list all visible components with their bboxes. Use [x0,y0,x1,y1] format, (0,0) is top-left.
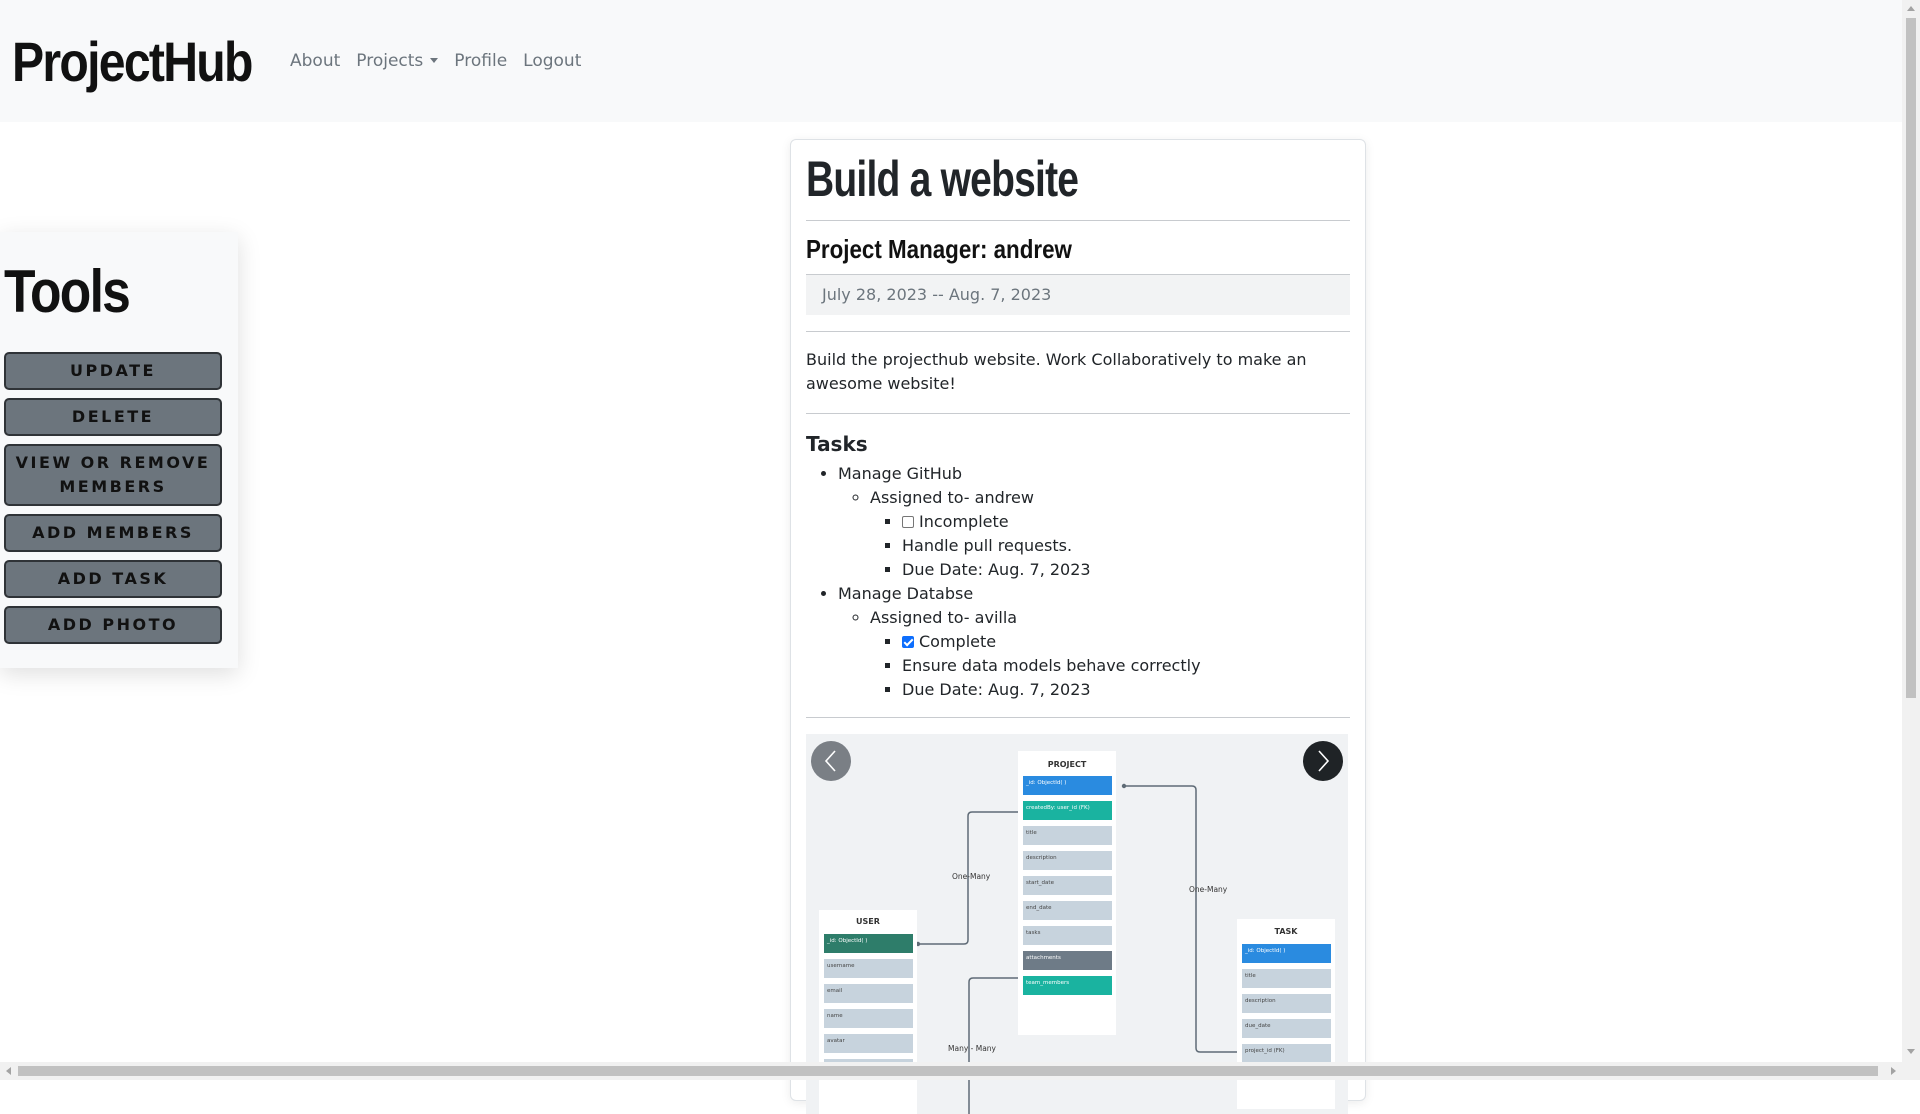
horizontal-scroll-thumb[interactable] [18,1066,1878,1076]
task-table: TASK _id: ObjectId( ) title description … [1237,919,1335,1109]
scroll-up-arrow-icon[interactable] [1907,6,1915,11]
carousel-next-button[interactable] [1303,741,1343,781]
task-detail: Ensure data models behave correctly [902,654,1350,678]
task-assignee: Assigned to- andrew Incomplete Handle pu… [870,486,1350,582]
add-photo-button[interactable]: ADD PHOTO [4,606,222,644]
nav-logout[interactable]: Logout [523,51,581,71]
nav-profile[interactable]: Profile [454,51,507,71]
field-label: email [827,988,843,994]
scroll-left-arrow-icon[interactable] [6,1067,11,1075]
field-label: tasks [1026,930,1041,936]
field-label: description [1026,855,1057,861]
nav-projects-dropdown[interactable]: Projects [356,51,439,71]
field-label: end_date [1026,905,1052,911]
task-detail: Handle pull requests. [902,534,1350,558]
add-members-button[interactable]: ADD MEMBERS [4,514,222,552]
view-remove-members-button[interactable]: VIEW OR REMOVE MEMBERS [4,444,222,506]
nav-about[interactable]: About [290,51,340,71]
field-label: _id: ObjectId( ) [1244,948,1285,954]
task-status: Complete [902,630,1350,654]
field-label: _id: ObjectId( ) [826,938,867,944]
horizontal-scrollbar[interactable] [0,1062,1902,1080]
scroll-right-arrow-icon[interactable] [1891,1067,1896,1075]
relation-dot [1121,783,1127,789]
task-list: Manage GitHub Assigned to- andrew Incomp… [806,462,1350,702]
nav-projects-label: Projects [356,51,424,71]
field-label: username [827,963,855,969]
caret-down-icon [430,58,439,63]
task-item: Manage Databse Assigned to- avilla Compl… [838,582,1350,702]
divider [806,717,1350,718]
task-assignee: Assigned to- avilla Complete Ensure data… [870,606,1350,702]
field-label: start_date [1026,880,1055,886]
divider [806,331,1350,332]
carousel-prev-button[interactable] [811,741,851,781]
field-label: project_id (FK) [1245,1048,1285,1054]
field-label: description [1245,998,1276,1004]
project-table: PROJECT _id: ObjectId( ) createdBy: user… [1018,751,1116,1035]
add-task-button[interactable]: ADD TASK [4,560,222,598]
update-button[interactable]: UPDATE [4,352,222,390]
task-item: Manage GitHub Assigned to- andrew Incomp… [838,462,1350,582]
field-label: _id: ObjectId( ) [1025,780,1066,786]
project-dates: July 28, 2023 -- Aug. 7, 2023 [806,275,1350,315]
tools-title: Tools [4,258,131,325]
field-label: title [1245,973,1256,979]
tools-panel: Tools UPDATE DELETE VIEW OR REMOVE MEMBE… [0,232,238,668]
divider [806,220,1350,221]
vertical-scrollbar[interactable] [1902,0,1920,1080]
chevron-left-icon [824,750,836,772]
task-status: Incomplete [902,510,1350,534]
relation-label: One-Many [1189,885,1228,894]
task-status-label: Complete [919,632,997,651]
relation-label: Many - Many [948,1044,997,1053]
table-header: PROJECT [1048,760,1087,769]
project-card: Build a website Project Manager: andrew … [790,139,1366,1114]
field-label: name [827,1013,843,1019]
user-table: USER _id: ObjectId( ) username email nam… [819,910,917,1114]
task-status-checkbox[interactable] [902,516,914,528]
field-label: attachments [1026,955,1061,961]
table-header: TASK [1275,927,1299,936]
task-assignee-text: Assigned to- andrew [870,488,1034,507]
project-title: Build a website [806,151,1079,207]
task-due-date: Due Date: Aug. 7, 2023 [902,558,1350,582]
relation-project-task-line [1124,785,1239,1053]
scroll-down-arrow-icon[interactable] [1907,1049,1915,1054]
chevron-right-icon [1318,750,1330,772]
relation-label: One-Many [952,872,991,881]
task-due-date: Due Date: Aug. 7, 2023 [902,678,1350,702]
field-label: team_members [1026,980,1069,986]
delete-button[interactable]: DELETE [4,398,222,436]
task-name: Manage GitHub [838,464,963,483]
vertical-scroll-thumb[interactable] [1906,18,1916,698]
field-label: avatar [827,1038,846,1044]
er-diagram-image: One-Many One-Many Many - Many PROJECT _i… [819,751,1335,1114]
field-label: createdBy: user_id (FK) [1026,805,1090,811]
task-status-label: Incomplete [919,512,1009,531]
navbar: ProjectHub About Projects Profile Logout [0,0,1902,122]
photo-carousel: One-Many One-Many Many - Many PROJECT _i… [806,734,1348,1114]
task-assignee-text: Assigned to- avilla [870,608,1018,627]
brand-logo[interactable]: ProjectHub [12,29,253,94]
task-status-checkbox[interactable] [902,636,914,648]
project-manager: Project Manager: andrew [806,234,1072,264]
tasks-heading: Tasks [806,432,868,456]
field-label: due_date [1245,1023,1271,1029]
field-label: title [1026,830,1037,836]
divider [806,413,1350,414]
project-description: Build the projecthub website. Work Colla… [806,350,1307,393]
table-header: USER [856,917,880,926]
task-name: Manage Databse [838,584,974,603]
